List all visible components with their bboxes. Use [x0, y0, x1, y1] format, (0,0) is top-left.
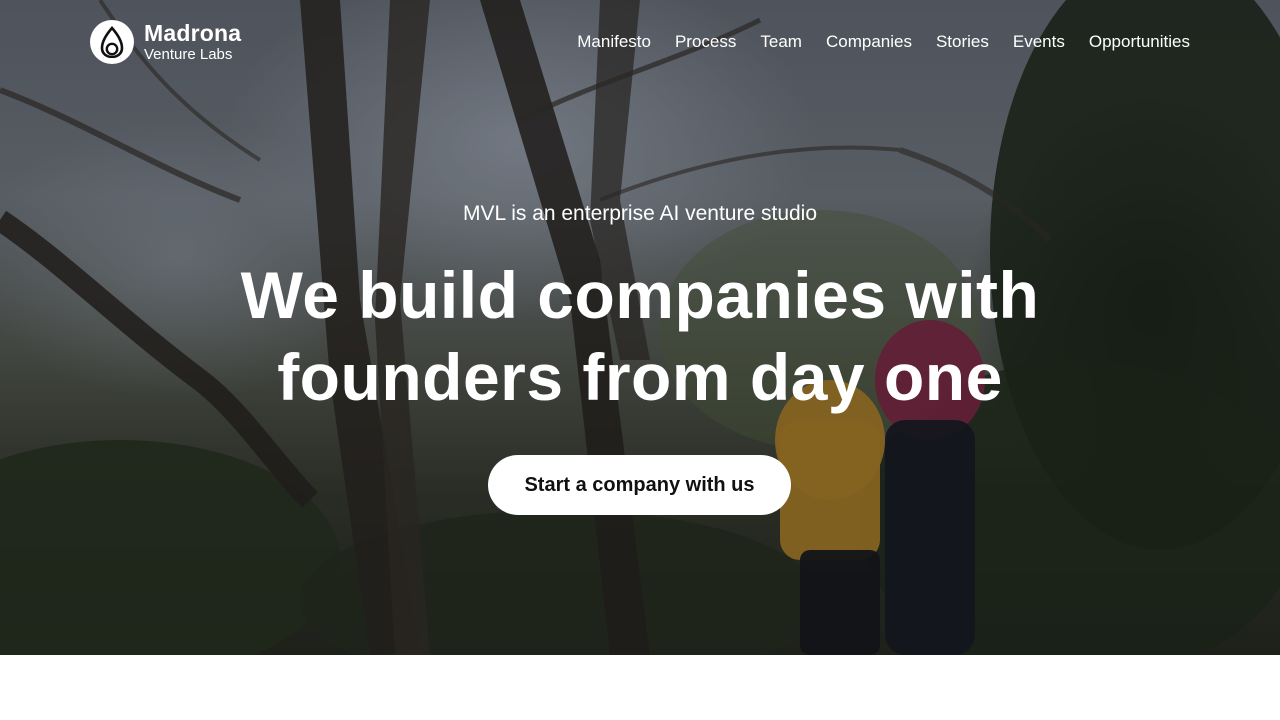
- nav-item-manifesto[interactable]: Manifesto: [577, 31, 651, 53]
- main-nav: Manifesto Process Team Companies Stories…: [553, 31, 1190, 53]
- nav-item-companies[interactable]: Companies: [826, 31, 912, 53]
- hero-section: Madrona Venture Labs Manifesto Process T…: [0, 0, 1280, 655]
- nav-item-events[interactable]: Events: [1013, 31, 1065, 53]
- hero-headline-line-1: We build companies with: [240, 258, 1040, 332]
- nav-item-opportunities[interactable]: Opportunities: [1089, 31, 1190, 53]
- hero-headline: We build companies with founders from da…: [140, 254, 1140, 418]
- logo-wordmark: Madrona Venture Labs: [144, 20, 242, 63]
- madrona-drop-icon: [90, 20, 134, 64]
- hero-kicker: MVL is an enterprise AI venture studio: [462, 202, 818, 225]
- hero-headline-line-2: founders from day one: [277, 340, 1003, 414]
- nav-item-stories[interactable]: Stories: [936, 31, 989, 53]
- site-header: Madrona Venture Labs Manifesto Process T…: [0, 0, 1280, 84]
- start-company-button[interactable]: Start a company with us: [488, 455, 791, 515]
- nav-item-process[interactable]: Process: [675, 31, 736, 53]
- logo-name: Madrona: [144, 20, 242, 46]
- below-hero-section: [0, 655, 1280, 720]
- logo-subname: Venture Labs: [144, 46, 233, 63]
- nav-item-team[interactable]: Team: [760, 31, 802, 53]
- logo-link[interactable]: Madrona Venture Labs: [90, 19, 250, 65]
